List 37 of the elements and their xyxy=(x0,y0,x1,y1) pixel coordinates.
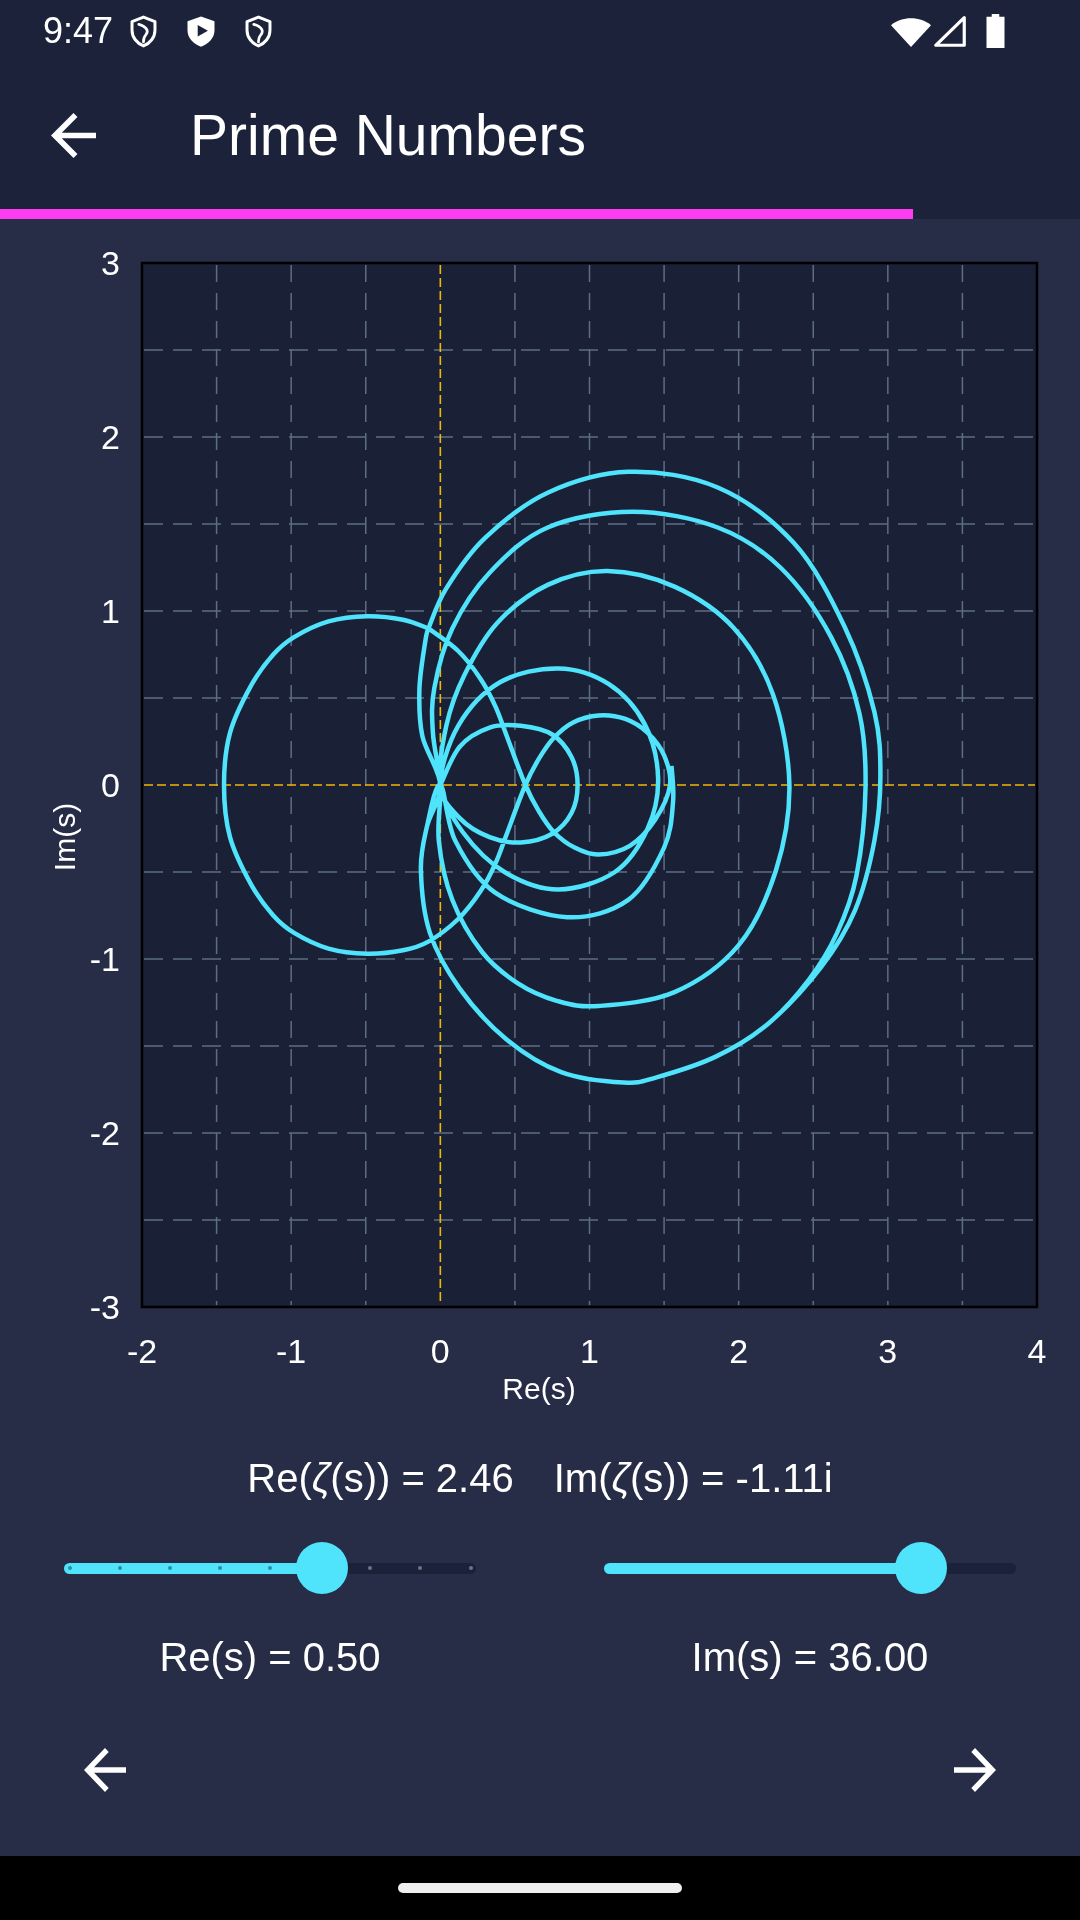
arrow-left-icon xyxy=(84,1748,126,1792)
y-tick-label: 0 xyxy=(101,766,120,804)
slider-track[interactable] xyxy=(64,1542,476,1594)
wifi-icon xyxy=(891,15,931,47)
x-axis-title: Re(s) xyxy=(502,1371,576,1405)
status-time: 9:47 xyxy=(43,13,114,49)
y-tick-label: -3 xyxy=(89,1288,120,1326)
battery-icon xyxy=(985,14,1006,48)
y-tick-label: -1 xyxy=(89,940,120,978)
y-tick-label: 3 xyxy=(101,244,120,282)
x-tick-label: 0 xyxy=(430,1332,450,1370)
x-tick-label: 4 xyxy=(1027,1332,1047,1370)
shield-icon xyxy=(245,14,273,48)
arrow-right-icon xyxy=(954,1748,996,1792)
slider-value-label: Re(s) = 0.50 xyxy=(159,1634,381,1681)
x-tick-label: 2 xyxy=(729,1332,749,1370)
x-tick-label: -2 xyxy=(126,1332,158,1370)
slider-track[interactable] xyxy=(604,1542,1016,1594)
arrow-left-icon xyxy=(51,113,96,158)
slider-thumb[interactable] xyxy=(295,1542,348,1594)
back-button[interactable] xyxy=(51,113,96,158)
x-tick-label: 1 xyxy=(580,1332,599,1370)
x-tick-label: 3 xyxy=(878,1332,898,1370)
slider-value-label: Im(s) = 36.00 xyxy=(691,1634,929,1681)
y-tick-label: -2 xyxy=(89,1114,120,1152)
shield-play-icon xyxy=(186,14,217,48)
x-tick-label: -1 xyxy=(276,1332,307,1370)
y-tick-label: 2 xyxy=(101,418,120,456)
signal-icon xyxy=(934,15,966,47)
shield-icon xyxy=(130,14,158,48)
imaginary-part-text: Im(ζ(s)) = -1.11i xyxy=(553,1455,833,1502)
previous-button[interactable] xyxy=(84,1748,126,1792)
next-button[interactable] xyxy=(954,1748,996,1792)
y-axis-title: Im(s) xyxy=(47,802,81,872)
y-tick-label: 1 xyxy=(101,592,120,630)
real-part-text: Re(ζ(s)) = 2.46 xyxy=(247,1455,514,1502)
app-title: Prime Numbers xyxy=(190,107,586,164)
